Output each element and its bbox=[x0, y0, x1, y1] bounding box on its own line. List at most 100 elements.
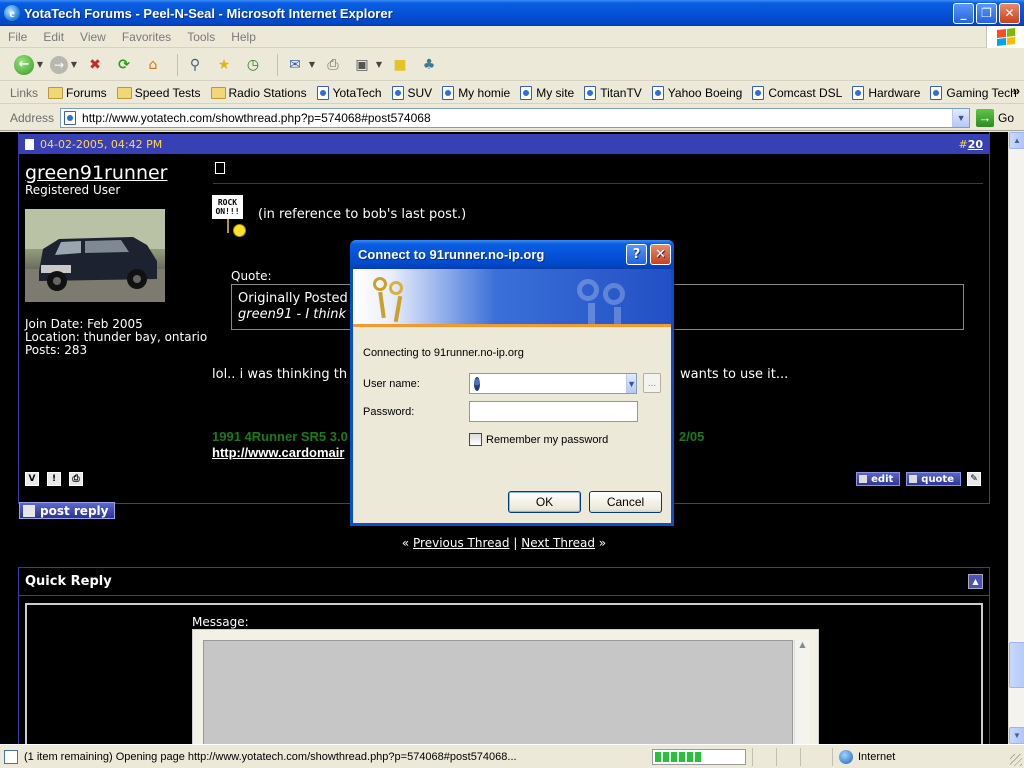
link-gaming-tech[interactable]: Gaming Tech bbox=[930, 85, 1017, 100]
thread-navigation: « Previous Thread | Next Thread » bbox=[0, 536, 1008, 550]
menu-help[interactable]: Help bbox=[223, 30, 264, 44]
link-yotatech[interactable]: YotaTech bbox=[316, 85, 382, 100]
folder-icon bbox=[116, 86, 132, 99]
address-input[interactable] bbox=[80, 109, 953, 126]
multi-quote-icon[interactable]: ✎ bbox=[967, 472, 981, 486]
user-online-icon[interactable]: V bbox=[25, 472, 39, 486]
address-field[interactable]: ▼ bbox=[60, 107, 971, 128]
link-titantv[interactable]: TitanTV bbox=[584, 85, 642, 100]
menu-favorites[interactable]: Favorites bbox=[114, 30, 179, 44]
messenger-button[interactable]: ♣ bbox=[418, 54, 440, 76]
link-label: Comcast DSL bbox=[768, 85, 843, 100]
post-divider bbox=[213, 183, 983, 184]
reply-text-tail: wants to use it... bbox=[680, 367, 789, 382]
menu-file[interactable]: File bbox=[0, 30, 35, 44]
page-icon bbox=[520, 85, 533, 100]
post-username[interactable]: green91runner bbox=[25, 162, 168, 184]
ok-button[interactable]: OK bbox=[508, 491, 581, 513]
edit-page-button[interactable]: ▣ bbox=[351, 54, 373, 76]
edit-post-button[interactable]: edit bbox=[856, 472, 901, 486]
report-post-icon[interactable]: ! bbox=[47, 472, 61, 486]
user-title: Registered User bbox=[25, 183, 121, 197]
resize-grip-icon[interactable] bbox=[1010, 754, 1022, 766]
link-radio-stations[interactable]: Radio Stations bbox=[210, 85, 307, 100]
link-my-site[interactable]: My site bbox=[520, 85, 574, 100]
link-suv[interactable]: SUV bbox=[391, 85, 432, 100]
discuss-button[interactable]: ■ bbox=[389, 54, 411, 76]
stop-button[interactable]: ✖ bbox=[84, 54, 106, 76]
page-icon bbox=[852, 85, 865, 100]
search-button[interactable]: ⚲ bbox=[184, 54, 206, 76]
close-window-button[interactable]: ✕ bbox=[999, 2, 1020, 24]
forward-button[interactable]: → bbox=[50, 55, 68, 74]
link-label: YotaTech bbox=[332, 85, 382, 100]
post-reply-button[interactable]: post reply bbox=[19, 502, 116, 519]
thread-nav-divider: | bbox=[513, 536, 518, 550]
message-scrollbar[interactable]: ▲ bbox=[794, 640, 810, 744]
page-icon bbox=[316, 85, 329, 100]
link-label: My homie bbox=[458, 85, 511, 100]
link-label: Radio Stations bbox=[228, 85, 307, 100]
refresh-button[interactable]: ⟳ bbox=[113, 54, 135, 76]
username-dropdown-button[interactable]: ▼ bbox=[626, 374, 636, 393]
username-input[interactable] bbox=[484, 375, 627, 392]
post-number-link[interactable]: 20 bbox=[968, 138, 983, 151]
menu-view[interactable]: View bbox=[72, 30, 114, 44]
print-button[interactable]: ⎙ bbox=[322, 54, 344, 76]
browse-credentials-button[interactable]: ... bbox=[643, 373, 661, 393]
print-post-icon[interactable]: ⎙ bbox=[69, 472, 83, 486]
loading-page-icon bbox=[4, 749, 18, 764]
username-combobox[interactable]: ▼ bbox=[469, 373, 637, 394]
back-button[interactable]: ← bbox=[14, 54, 34, 75]
maximize-button[interactable]: ❐ bbox=[976, 2, 997, 24]
dialog-title-bar[interactable]: Connect to 91runner.no-ip.org ? ✕ bbox=[350, 240, 674, 269]
windows-flag-icon bbox=[996, 28, 1015, 46]
menu-edit[interactable]: Edit bbox=[35, 30, 72, 44]
previous-thread-link[interactable]: Previous Thread bbox=[413, 536, 510, 550]
collapse-icon[interactable]: ▲ bbox=[968, 574, 983, 589]
edit-dropdown-icon[interactable]: ▼ bbox=[374, 54, 382, 76]
go-button[interactable]: → Go bbox=[976, 108, 1015, 127]
link-speed-tests[interactable]: Speed Tests bbox=[116, 86, 201, 100]
dialog-close-button[interactable]: ✕ bbox=[650, 244, 671, 265]
signature-link[interactable]: http://www.cardomair bbox=[212, 445, 344, 460]
go-label: Go bbox=[998, 110, 1015, 125]
forward-dropdown-icon[interactable]: ▼ bbox=[69, 54, 77, 76]
window-title-bar[interactable]: e YotaTech Forums - Peel-N-Seal - Micros… bbox=[0, 0, 1024, 26]
minimize-button[interactable]: _ bbox=[953, 2, 974, 24]
home-button[interactable]: ⌂ bbox=[142, 54, 164, 76]
message-textarea[interactable] bbox=[203, 640, 793, 744]
quote-post-button[interactable]: quote bbox=[906, 472, 961, 486]
scroll-up-button[interactable]: ▲ bbox=[1009, 132, 1024, 149]
link-forums[interactable]: Forums bbox=[48, 86, 107, 100]
remember-password-option[interactable]: Remember my password bbox=[469, 433, 608, 446]
next-thread-link[interactable]: Next Thread bbox=[521, 536, 595, 550]
mail-button[interactable]: ✉ bbox=[284, 54, 306, 76]
security-zone: Internet bbox=[832, 747, 895, 766]
history-button[interactable]: ◷ bbox=[242, 54, 264, 76]
go-arrow-icon: → bbox=[976, 108, 995, 127]
cancel-button[interactable]: Cancel bbox=[589, 491, 662, 513]
page-icon bbox=[442, 85, 455, 100]
reply-text: lol.. i was thinking th bbox=[212, 367, 348, 382]
page-scrollbar[interactable]: ▲ ▼ bbox=[1008, 132, 1024, 744]
links-overflow-chevron-icon[interactable]: » bbox=[1013, 83, 1020, 98]
dialog-help-button[interactable]: ? bbox=[626, 244, 647, 265]
menu-tools[interactable]: Tools bbox=[179, 30, 223, 44]
back-dropdown-icon[interactable]: ▼ bbox=[35, 54, 43, 76]
link-hardware[interactable]: Hardware bbox=[852, 85, 920, 100]
link-comcast-dsl[interactable]: Comcast DSL bbox=[752, 85, 843, 100]
link-label: Gaming Tech bbox=[946, 85, 1017, 100]
scroll-down-button[interactable]: ▼ bbox=[1009, 727, 1024, 744]
favorites-button[interactable]: ★ bbox=[213, 54, 235, 76]
password-input[interactable] bbox=[470, 402, 637, 421]
scroll-thumb[interactable] bbox=[1009, 642, 1024, 688]
link-yahoo-boeing[interactable]: Yahoo Boeing bbox=[651, 85, 742, 100]
address-dropdown-button[interactable]: ▼ bbox=[952, 108, 970, 127]
post-header: 04-02-2005, 04:42 PM #20 bbox=[19, 134, 989, 154]
remember-password-checkbox[interactable] bbox=[469, 433, 482, 446]
post-actions: edit quote ✎ bbox=[856, 472, 981, 486]
link-my-homie[interactable]: My homie bbox=[442, 85, 511, 100]
mail-dropdown-icon[interactable]: ▼ bbox=[307, 54, 315, 76]
password-field[interactable] bbox=[469, 401, 638, 422]
